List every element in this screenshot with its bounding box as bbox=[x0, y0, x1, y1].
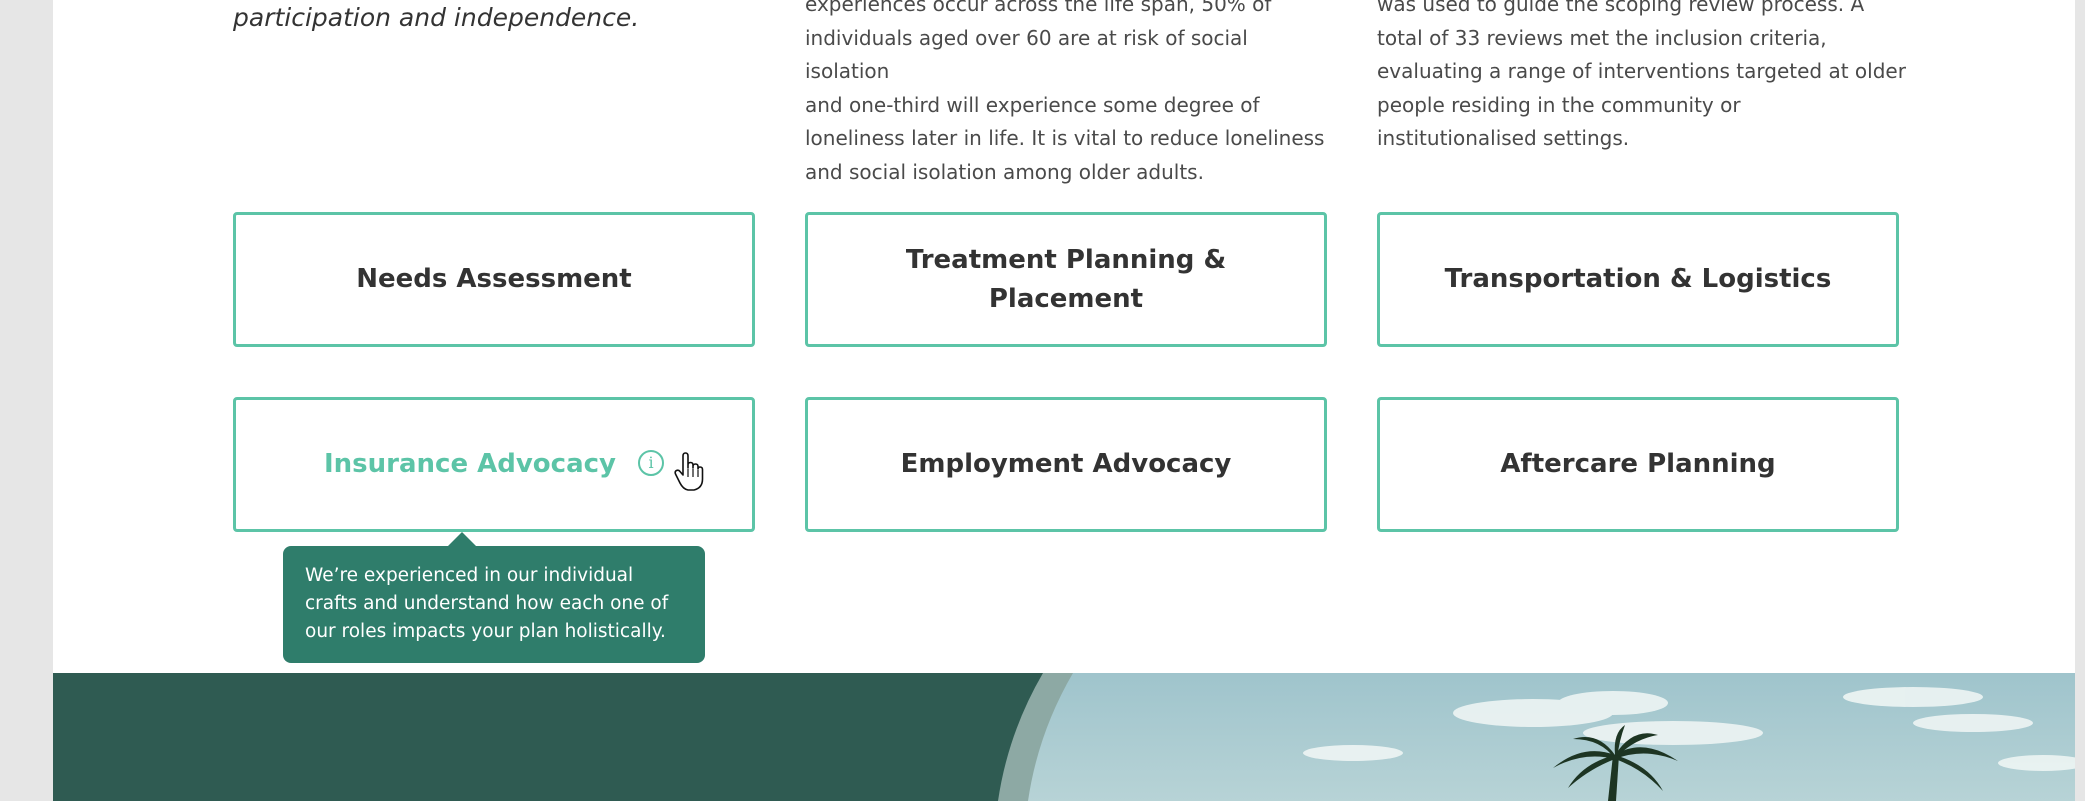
service-card-label: Aftercare Planning bbox=[1500, 449, 1776, 479]
info-tooltip: We’re experienced in our individual craf… bbox=[283, 532, 705, 663]
tooltip-text: We’re experienced in our individual craf… bbox=[305, 565, 669, 642]
hero-image bbox=[53, 673, 2075, 801]
intro-tagline: participation and independence. bbox=[233, 0, 733, 36]
intro-tagline-text: participation and independence. bbox=[233, 3, 640, 32]
service-card-label: Transportation & Logistics bbox=[1444, 264, 1832, 294]
paragraph-line: total of 33 reviews met the inclusion cr… bbox=[1377, 25, 1827, 50]
service-card-needs-assessment[interactable]: Needs Assessment bbox=[233, 212, 755, 347]
paragraph-line: loneliness later in life. It is vital to… bbox=[805, 126, 1325, 150]
hero-section bbox=[53, 673, 2075, 801]
info-icon[interactable]: i bbox=[638, 449, 664, 476]
paragraph-line: evaluating a range of interventions targ… bbox=[1377, 59, 1906, 83]
paragraph-line: and social isolation among older adults. bbox=[805, 159, 1204, 184]
tooltip-arrow bbox=[447, 532, 477, 547]
paragraph-line: and one-third will experience some degre… bbox=[805, 92, 1260, 117]
service-card-label: Treatment Planning & Placement bbox=[905, 244, 1227, 314]
paragraph-line: individuals aged over 60 are at risk of … bbox=[805, 25, 1248, 84]
service-card-label: Insurance Advocacy bbox=[323, 449, 616, 479]
service-card-label: Needs Assessment bbox=[356, 264, 632, 294]
page: participation and independence. experien… bbox=[53, 0, 2075, 801]
paragraph-line: experiences occur across the life span, … bbox=[805, 0, 1272, 16]
service-card-label: Employment Advocacy bbox=[900, 449, 1232, 479]
service-card-transportation-logistics[interactable]: Transportation & Logistics bbox=[1377, 212, 1899, 347]
hand-pointer-icon bbox=[674, 452, 704, 491]
intro-right-paragraph: was used to guide the scoping review pro… bbox=[1377, 0, 1907, 156]
service-card-aftercare-planning[interactable]: Aftercare Planning bbox=[1377, 397, 1899, 532]
paragraph-line: institutionalised settings. bbox=[1377, 126, 1630, 150]
intro-middle-paragraph: experiences occur across the life span, … bbox=[805, 0, 1335, 189]
service-card-treatment-planning[interactable]: Treatment Planning & Placement bbox=[805, 212, 1327, 347]
paragraph-line: people residing in the community or bbox=[1377, 92, 1741, 117]
service-card-employment-advocacy[interactable]: Employment Advocacy bbox=[805, 397, 1327, 532]
paragraph-line: was used to guide the scoping review pro… bbox=[1377, 0, 1865, 16]
